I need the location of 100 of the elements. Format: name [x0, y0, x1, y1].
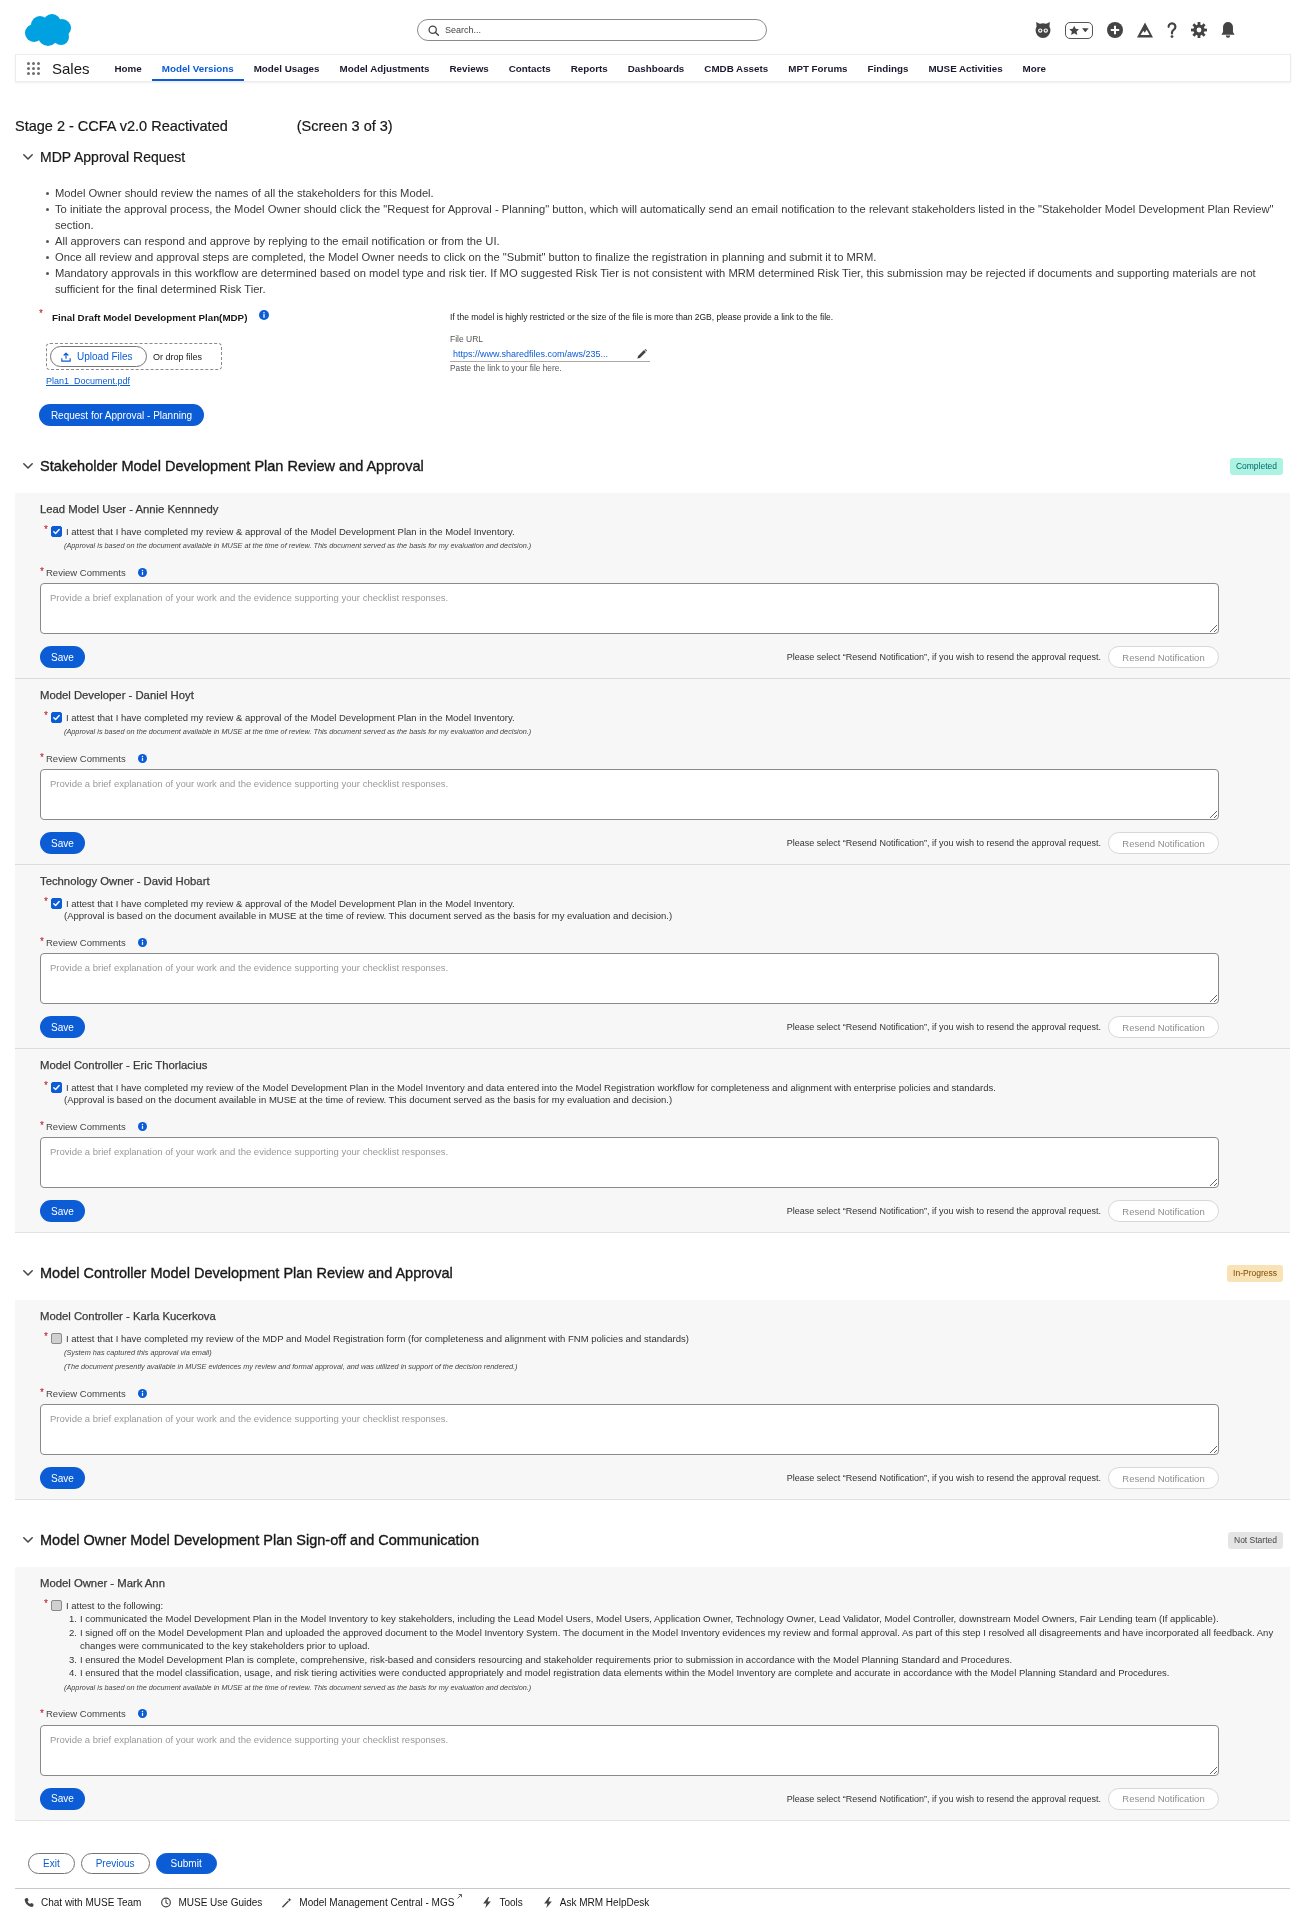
reviewer-name: Model Owner - Mark Ann — [40, 1576, 166, 1590]
info-icon[interactable] — [137, 1709, 147, 1718]
instruction-text: Once all review and approval steps are completed, the Model Owner needs to click on the "Submit" button to finalize the registration in planning and submit it to MRM. — [55, 250, 877, 265]
field-label: Review Comments — [46, 566, 126, 578]
status-badge: Not Started — [1228, 1531, 1283, 1549]
file-url-field[interactable]: https://www.sharedfiles.com/aws/235... — [450, 346, 650, 362]
info-icon[interactable] — [137, 567, 147, 577]
required-asterisk: * — [40, 937, 45, 947]
nav-tab[interactable]: Findings — [857, 55, 919, 81]
reviewer-name: Lead Model User - Annie Kennnedy — [40, 502, 220, 516]
app-launcher-icon[interactable] — [27, 61, 40, 75]
utility-link[interactable]: Model Management Central - MGS — [282, 1896, 463, 1908]
list-item-text: I communicated the Model Development Plan in the Model Inventory to key stakeholders, including the Lead Model Users, Model Users, Application Owner, Technology Owner, Lead Validator, Model Controller, downstream Model Owners, Fair Lending team (If applicable). — [80, 1612, 1219, 1626]
info-icon[interactable] — [137, 753, 147, 763]
info-icon[interactable] — [137, 1121, 147, 1131]
magic-wand-icon — [282, 1896, 293, 1908]
attest-text: I attest that I have completed my review & approval of the Model Development Plan in the Model Inventory. — [66, 711, 515, 724]
save-button[interactable]: Save — [40, 1200, 85, 1222]
review-comments-field[interactable]: Provide a brief explanation of your work and the evidence supporting your checklist responses. — [40, 1724, 1219, 1776]
attest-text: I attest that I have completed my review of the MDP and Model Registration form (for completeness and alignment with FNM policies and standards) — [66, 1332, 689, 1345]
instruction-text: Model Owner should review the names of all the stakeholders for this Model. — [55, 186, 434, 201]
save-button[interactable]: Save — [40, 646, 85, 668]
section-title: Model Controller Model Development Plan Review and Approval — [40, 1265, 453, 1281]
reviewer-name: Model Controller - Karla Kucerkova — [40, 1309, 217, 1323]
info-icon[interactable] — [137, 937, 147, 947]
bell-icon[interactable] — [1221, 22, 1235, 38]
review-comments-field[interactable]: Provide a brief explanation of your work and the evidence supporting your checklist responses. — [40, 1404, 1219, 1455]
save-button[interactable]: Save — [40, 1787, 85, 1810]
approval-note: (Approval is based on the document available in MUSE at the time of review. This document served as the basis for my evaluation and decision.) — [63, 1094, 674, 1106]
search-field[interactable]: Search... — [417, 19, 767, 41]
app-name: Sales — [52, 59, 90, 77]
nav-tab[interactable]: Model Adjustments — [329, 55, 440, 81]
nav-tab[interactable]: MUSE Activities — [918, 55, 1013, 81]
reviewer-name: Model Controller - Eric Thorlacius — [40, 1058, 209, 1072]
nav-tab[interactable]: More — [1012, 55, 1057, 81]
resend-hint: Please select “Resend Notification”, if you wish to resend the approval request. — [786, 652, 1101, 662]
chevron-icon[interactable] — [23, 1270, 33, 1276]
request-approval-button[interactable]: Request for Approval - Planning — [39, 404, 204, 426]
utility-link[interactable]: Chat with MUSE Team — [24, 1896, 142, 1908]
help-icon[interactable] — [1167, 22, 1177, 38]
utility-link[interactable]: Ask MRM HelpDesk — [542, 1896, 650, 1908]
field-label: Review Comments — [46, 1387, 126, 1399]
attest-checkbox[interactable] — [51, 1600, 62, 1611]
info-icon[interactable] — [259, 310, 270, 320]
chevron-icon[interactable] — [23, 1537, 33, 1543]
section-title: Model Owner Model Development Plan Sign-off and Communication — [40, 1532, 479, 1548]
file-drop-zone[interactable]: Upload Files Or drop files — [46, 343, 222, 370]
chevron-icon[interactable] — [23, 154, 33, 160]
instruction-text: All approvers can respond and approve by replying to the email notification or from the UI. — [55, 234, 500, 249]
favorites-button[interactable] — [1065, 21, 1093, 39]
review-comments-field[interactable]: Provide a brief explanation of your work and the evidence supporting your checklist responses. — [40, 1137, 1219, 1188]
section-title: Stakeholder Model Development Plan Review and Approval — [40, 458, 424, 474]
info-icon[interactable] — [137, 1388, 147, 1398]
nav-tab[interactable]: Home — [104, 55, 152, 81]
chevron-icon[interactable] — [23, 463, 33, 469]
mountain-icon[interactable] — [1137, 22, 1153, 38]
bullet-icon — [46, 240, 49, 243]
nav-tab[interactable]: Reviews — [439, 55, 499, 81]
pencil-icon[interactable] — [637, 348, 647, 359]
footer-button[interactable]: Previous — [80, 1852, 150, 1874]
review-comments-field[interactable]: Provide a brief explanation of your work and the evidence supporting your checklist responses. — [40, 953, 1219, 1004]
field-label: File URL — [450, 333, 485, 345]
attest-checkbox[interactable] — [51, 1333, 62, 1344]
nav-tab[interactable]: MPT Forums — [778, 55, 858, 81]
attest-checkbox[interactable] — [51, 1082, 62, 1093]
cloud-logo-icon[interactable] — [25, 14, 71, 46]
list-number: 1. — [68, 1612, 78, 1626]
footer-button[interactable]: Submit — [155, 1852, 217, 1874]
required-asterisk: * — [39, 309, 44, 319]
plus-circle-icon[interactable] — [1107, 22, 1123, 38]
utility-link[interactable]: MUSE Use Guides — [161, 1896, 263, 1908]
bullet-icon — [46, 208, 49, 211]
resend-hint: Please select “Resend Notification”, if you wish to resend the approval request. — [786, 1473, 1101, 1483]
nav-tab[interactable]: Dashboards — [617, 55, 695, 81]
file-link[interactable]: Plan1_Document.pdf — [46, 375, 131, 387]
attest-checkbox[interactable] — [51, 898, 62, 909]
attest-checkbox[interactable] — [51, 526, 62, 537]
nav-tab[interactable]: Model Versions — [151, 55, 244, 81]
review-comments-field[interactable]: Provide a brief explanation of your work and the evidence supporting your checklist responses. — [40, 583, 1219, 634]
nav-tab[interactable]: Reports — [560, 55, 618, 81]
save-button[interactable]: Save — [40, 1016, 85, 1038]
owl-icon[interactable] — [1035, 22, 1051, 38]
bullet-icon — [46, 256, 49, 259]
required-asterisk: * — [44, 897, 49, 907]
upload-files-button[interactable]: Upload Files — [50, 346, 147, 367]
save-button[interactable]: Save — [40, 1467, 85, 1489]
file-url-hint: If the model is highly restricted or the size of the file is more than 2GB, please provide a link to the file. — [450, 311, 834, 323]
nav-tab[interactable]: CMDB Assets — [694, 55, 779, 81]
attest-checkbox[interactable] — [51, 712, 62, 723]
nav-tab[interactable]: Model Usages — [243, 55, 330, 81]
screen-counter: (Screen 3 of 3) — [296, 117, 393, 135]
reviewer-name: Model Developer - Daniel Hoyt — [40, 688, 195, 702]
section-title: MDP Approval Request — [40, 149, 186, 165]
approval-note: (Approval is based on the document available in MUSE at the time of review. This document served as the basis for my evaluation and decision.) — [63, 910, 674, 922]
settings-icon[interactable] — [1191, 22, 1207, 38]
review-comments-field[interactable]: Provide a brief explanation of your work and the evidence supporting your checklist responses. — [40, 769, 1219, 820]
save-button[interactable]: Save — [40, 832, 85, 854]
footer-button[interactable]: Exit — [28, 1852, 75, 1874]
nav-tab[interactable]: Contacts — [498, 55, 561, 81]
utility-link[interactable]: Tools — [482, 1896, 523, 1908]
